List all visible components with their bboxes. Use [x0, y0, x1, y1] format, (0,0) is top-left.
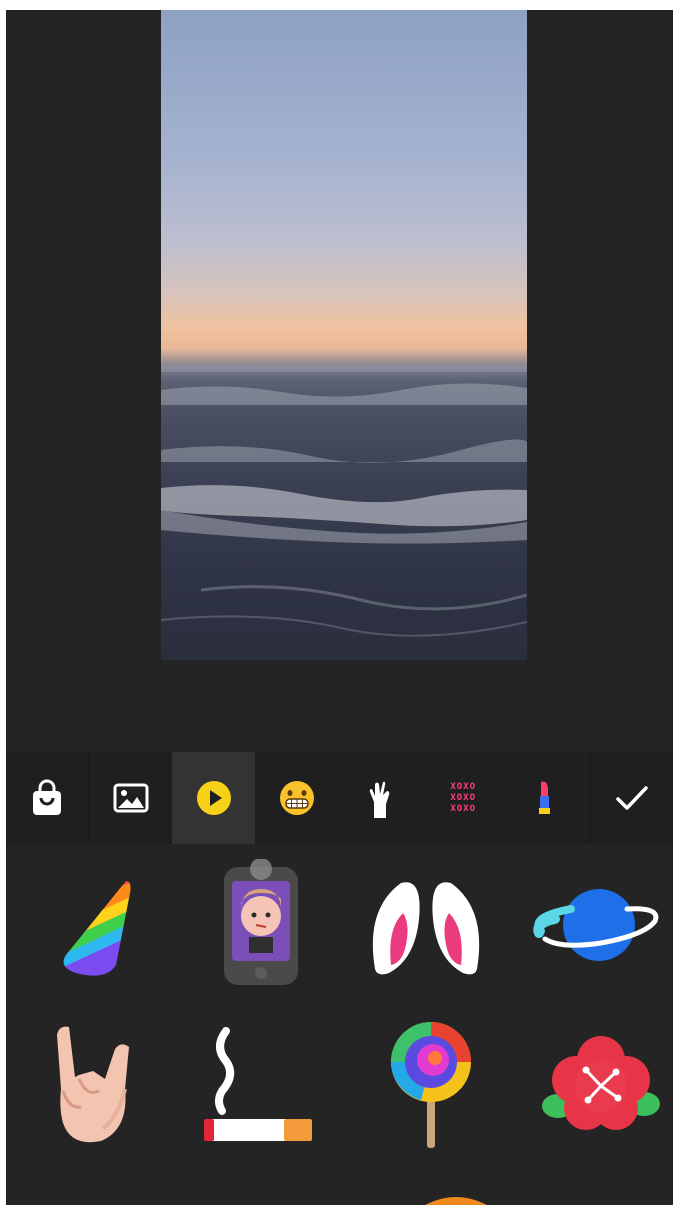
cigarette-sticker[interactable]: [191, 1014, 331, 1154]
flower-sticker[interactable]: [531, 1014, 671, 1154]
play-icon: [196, 781, 231, 815]
tab-emoji[interactable]: [255, 752, 338, 844]
sticker-category-toolbar: XOXO XOXO XOXO: [6, 752, 673, 844]
tab-lipstick[interactable]: [505, 752, 590, 844]
grimace-emoji-icon: [279, 781, 314, 815]
shopping-bag-icon: [33, 779, 62, 815]
tab-store[interactable]: [6, 752, 90, 844]
planet-sticker[interactable]: [526, 854, 666, 994]
xoxo-icon: XOXO XOXO XOXO: [450, 781, 477, 814]
bunny-ears-sticker[interactable]: [356, 854, 496, 994]
tab-animated[interactable]: [172, 752, 256, 844]
lollipop-sticker[interactable]: [361, 1014, 501, 1154]
app-screen: XOXO XOXO XOXO: [6, 10, 673, 1205]
lipstick-icon: [538, 781, 550, 814]
sticker-grid: [6, 844, 673, 1205]
tab-photos[interactable]: [89, 752, 172, 844]
category-strip: XOXO XOXO XOXO: [6, 752, 590, 844]
party-hat-sticker[interactable]: [26, 854, 166, 994]
image-icon: [113, 783, 149, 813]
tab-xoxo[interactable]: XOXO XOXO XOXO: [422, 752, 505, 844]
orange-sticker[interactable]: [386, 1172, 526, 1205]
rock-hand-sticker[interactable]: [26, 1014, 166, 1154]
hand-gesture-icon: [369, 781, 390, 818]
video-preview[interactable]: [161, 10, 527, 660]
tab-gestures[interactable]: [339, 752, 422, 844]
confirm-button[interactable]: [590, 752, 673, 844]
checkmark-icon: [616, 786, 648, 810]
phone-selfie-sticker[interactable]: [191, 854, 331, 994]
